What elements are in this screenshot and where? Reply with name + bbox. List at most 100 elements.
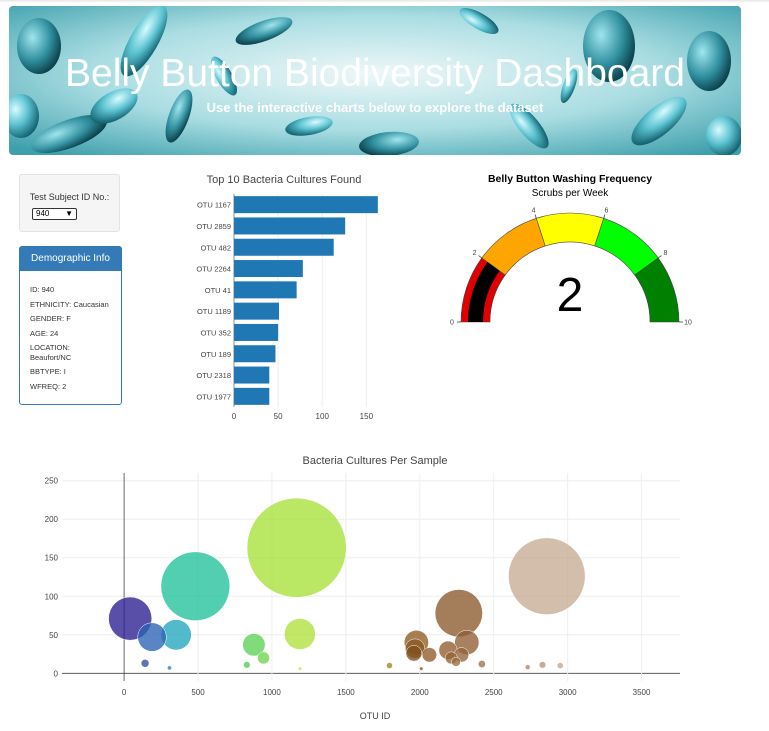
top-border xyxy=(0,0,769,3)
bubble-point[interactable] xyxy=(284,618,316,650)
bubble-x-tick-label: 1000 xyxy=(263,688,281,697)
bubble-y-tick-label: 0 xyxy=(54,669,59,678)
bubble-point[interactable] xyxy=(525,664,531,670)
demographic-info-heading: Demographic Info xyxy=(20,247,121,271)
bubble-x-tick-label: 3500 xyxy=(633,688,651,697)
bubble-x-tick-label: 0 xyxy=(122,688,127,697)
demographic-info-body: ID: 940 ETHNICITY: Caucasian GENDER: F A… xyxy=(20,271,121,391)
gauge-value: 2 xyxy=(557,269,584,322)
bubble-point[interactable] xyxy=(451,656,461,667)
subject-id-selected-value: 940 xyxy=(36,209,50,218)
bar-y-tick-label: OTU 2859 xyxy=(196,222,231,231)
bubble-point[interactable] xyxy=(243,661,251,669)
bar-y-tick-label: OTU 2318 xyxy=(196,371,231,380)
bar-x-tick-label: 150 xyxy=(360,412,374,420)
gauge-subtitle: Scrubs per Week xyxy=(532,188,610,199)
bubble-y-tick-label: 100 xyxy=(45,592,59,601)
top10-bar-chart[interactable]: Top 10 Bacteria Cultures Found OTU 1167O… xyxy=(180,168,400,420)
bar-x-tick-label: 0 xyxy=(232,412,237,420)
bubble-point[interactable] xyxy=(386,662,393,669)
bubble-point[interactable] xyxy=(556,662,564,669)
bubble-point[interactable] xyxy=(160,551,230,621)
gauge-tick xyxy=(478,255,483,259)
bar-otu-482[interactable] xyxy=(234,238,334,256)
gauge-title: Belly Button Washing Frequency xyxy=(488,173,652,185)
bubble-point[interactable] xyxy=(137,622,167,652)
bar-otu-1167[interactable] xyxy=(234,196,378,214)
bubble-y-tick-label: 150 xyxy=(45,554,59,563)
bubble-point[interactable] xyxy=(257,651,270,665)
bubble-point[interactable] xyxy=(477,660,486,668)
chevron-down-icon: ▼ xyxy=(65,209,73,218)
bar-y-tick-label: OTU 189 xyxy=(201,350,231,359)
bar-y-tick-label: OTU 352 xyxy=(201,328,231,337)
bubble-x-tick-label: 2500 xyxy=(485,688,503,697)
gauge-tick-label: 0 xyxy=(450,320,454,327)
bubble-point[interactable] xyxy=(140,659,150,668)
bar-y-tick-label: OTU 1977 xyxy=(196,392,231,401)
bubble-chart-title: Bacteria Cultures Per Sample xyxy=(303,455,448,467)
bar-otu-2264[interactable] xyxy=(234,260,303,278)
gauge-tick-label: 2 xyxy=(473,250,477,257)
subject-selector-well: Test Subject ID No.: 940 ▼ xyxy=(19,174,120,232)
demographic-row-wfreq: WFREQ: 2 xyxy=(30,381,67,391)
bubble-point[interactable] xyxy=(434,589,483,638)
demographic-row-location: LOCATION: Beaufort/NC xyxy=(30,343,72,362)
bubble-point[interactable] xyxy=(405,645,423,662)
bar-otu-1189[interactable] xyxy=(234,302,279,320)
gauge-step-2 xyxy=(535,212,605,247)
demographic-row-bbtype: BBTYPE: I xyxy=(30,367,66,376)
page-subtitle: Use the interactive charts below to expl… xyxy=(206,100,544,115)
bubble-point[interactable] xyxy=(167,665,172,671)
bar-chart-y-tick-labels: OTU 1167 OTU 2859 OTU 482 OTU 2264 OTU 41 OTU… xyxy=(196,201,231,402)
bubble-y-tick-label: 250 xyxy=(45,477,59,486)
bubble-point[interactable] xyxy=(421,647,437,663)
bar-otu-2318[interactable] xyxy=(234,366,270,384)
bar-otu-189[interactable] xyxy=(234,345,276,363)
bar-chart-bars xyxy=(234,196,378,405)
bubble-x-tick-label: 500 xyxy=(191,688,205,697)
bar-y-tick-label: OTU 41 xyxy=(205,286,231,295)
bar-otu-41[interactable] xyxy=(234,281,297,299)
bubble-point[interactable] xyxy=(419,666,424,671)
bubble-x-tick-label: 3000 xyxy=(559,688,577,697)
bar-chart-title: Top 10 Bacteria Cultures Found xyxy=(207,174,362,186)
bubble-point[interactable] xyxy=(297,666,303,671)
bar-y-tick-label: OTU 2264 xyxy=(196,265,231,274)
bar-chart-x-tick-labels: 0 50 100 150 xyxy=(232,412,374,420)
bar-x-tick-label: 100 xyxy=(316,412,330,420)
gauge-tick-label: 8 xyxy=(664,250,668,257)
bar-y-tick-label: OTU 482 xyxy=(201,243,231,252)
gauge-tick xyxy=(657,255,662,259)
bubble-chart-x-axis-label: OTU ID xyxy=(360,711,391,721)
page-title: Belly Button Biodiversity Dashboard xyxy=(65,52,685,95)
gauge-tick-label: 6 xyxy=(605,207,609,214)
bubble-x-tick-label: 2000 xyxy=(411,688,429,697)
demographic-row-ethnicity: ETHNICITY: Caucasian xyxy=(30,299,109,309)
bubble-point[interactable] xyxy=(508,537,586,615)
subject-id-dropdown[interactable]: 940 ▼ xyxy=(32,208,77,220)
bubble-y-tick-label: 200 xyxy=(45,515,59,524)
demographic-row-age: AGE: 24 xyxy=(30,328,59,338)
demographic-row-gender: GENDER: F xyxy=(30,314,71,323)
subject-id-label: Test Subject ID No.: xyxy=(29,192,110,202)
bubble-point[interactable] xyxy=(246,497,347,598)
bubble-chart-points xyxy=(108,497,586,671)
gauge-tick xyxy=(603,214,606,219)
bacteria-bubble-chart[interactable]: Bacteria Cultures Per Sample 0 50 100 150 20… xyxy=(0,445,769,731)
bubble-point[interactable] xyxy=(538,661,547,669)
bar-y-tick-label: OTU 1167 xyxy=(197,201,231,210)
header-banner: Belly Button Biodiversity Dashboard Use … xyxy=(9,6,741,155)
bar-otu-1977[interactable] xyxy=(234,387,270,405)
bubble-x-tick-label: 1500 xyxy=(337,688,355,697)
gauge-tick-label: 4 xyxy=(532,207,536,214)
bar-y-tick-label: OTU 1189 xyxy=(197,307,231,316)
bar-otu-352[interactable] xyxy=(234,323,279,341)
bar-x-tick-label: 50 xyxy=(274,412,283,420)
gauge-tick xyxy=(534,214,537,219)
washing-frequency-gauge[interactable]: Belly Button Washing Frequency Scrubs pe… xyxy=(420,168,720,338)
demographic-info-panel: Demographic Info ID: 940 ETHNICITY: Cauc… xyxy=(19,246,122,405)
bar-otu-2859[interactable] xyxy=(234,217,346,235)
bubble-y-tick-label: 50 xyxy=(49,631,58,640)
demographic-row-id: ID: 940 xyxy=(30,285,55,294)
